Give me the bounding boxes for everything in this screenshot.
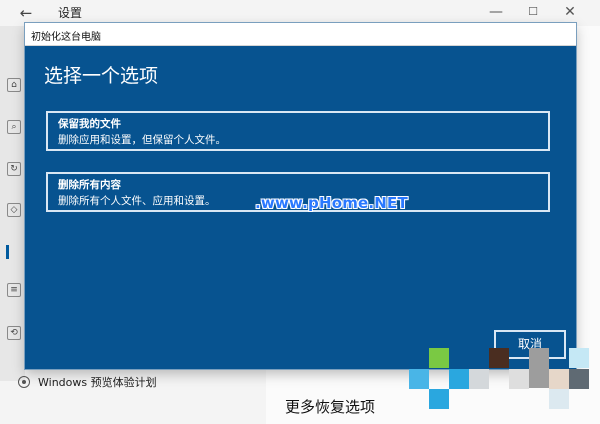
keep-my-files-description: 删除应用和设置，但保留个人文件。	[58, 134, 226, 146]
windows-insider-program-label: Windows 预览体验计划	[38, 376, 157, 389]
dialog-titlebar: 初始化这台电脑	[25, 23, 576, 46]
watermark-pixel-bottom-blue	[429, 389, 449, 409]
minimize-icon[interactable]: —	[487, 3, 505, 21]
close-icon[interactable]: ✕	[561, 3, 579, 21]
keep-my-files-title: 保留我的文件	[58, 118, 121, 130]
remove-everything-title: 删除所有内容	[58, 179, 121, 191]
watermark-pixel-tan	[549, 369, 569, 389]
phome-watermark-text: .www.pHome.NET	[255, 194, 408, 212]
recovery-selected-indicator	[6, 245, 9, 259]
windows-insider-program-item[interactable]: Windows 预览体验计划	[18, 374, 157, 390]
watermark-pixel-brown	[489, 348, 509, 368]
watermark-pixel-blue-a	[409, 369, 429, 389]
screen: ← 设置 — ☐ ✕ ⌂ ⌕ ↻ ◇ ≡ ⟲ Windows 预览体验计划 更多…	[0, 0, 600, 424]
shield-icon[interactable]: ◇	[7, 203, 21, 217]
search-icon[interactable]: ⌕	[7, 120, 21, 134]
watermark-pixel-slate	[569, 369, 589, 389]
home-icon[interactable]: ⌂	[7, 78, 21, 92]
settings-sidebar: ⌂ ⌕ ↻ ◇ ≡ ⟲	[0, 26, 25, 381]
watermark-pixel-gray-b	[509, 369, 529, 389]
reset-pc-dialog: 初始化这台电脑 选择一个选项 保留我的文件 删除应用和设置，但保留个人文件。 删…	[25, 23, 576, 369]
window-controls: — ☐ ✕	[487, 3, 587, 23]
watermark-pixel-green	[429, 348, 449, 368]
watermark-pixel-gray-a	[469, 369, 489, 389]
keep-my-files-option[interactable]: 保留我的文件 删除应用和设置，但保留个人文件。	[46, 111, 550, 151]
watermark-pixel-blue-b	[449, 369, 469, 389]
developer-icon[interactable]: ≡	[7, 283, 21, 297]
more-recovery-options-heading: 更多恢复选项	[285, 398, 376, 416]
back-arrow-icon[interactable]: ←	[18, 5, 34, 21]
update-icon[interactable]: ↻	[7, 162, 21, 176]
settings-window-title: 设置	[58, 6, 83, 20]
watermark-pixel-light-gray	[549, 389, 569, 409]
maximize-icon[interactable]: ☐	[524, 3, 542, 21]
dialog-title: 初始化这台电脑	[31, 32, 101, 43]
watermark-pixel-gray-c	[529, 348, 549, 388]
watermark-pixel-light-blue	[569, 348, 589, 368]
recovery-icon[interactable]: ⟲	[7, 326, 21, 340]
insider-icon	[18, 376, 30, 388]
dialog-heading: 选择一个选项	[44, 65, 159, 87]
remove-everything-description: 删除所有个人文件、应用和设置。	[58, 195, 216, 207]
